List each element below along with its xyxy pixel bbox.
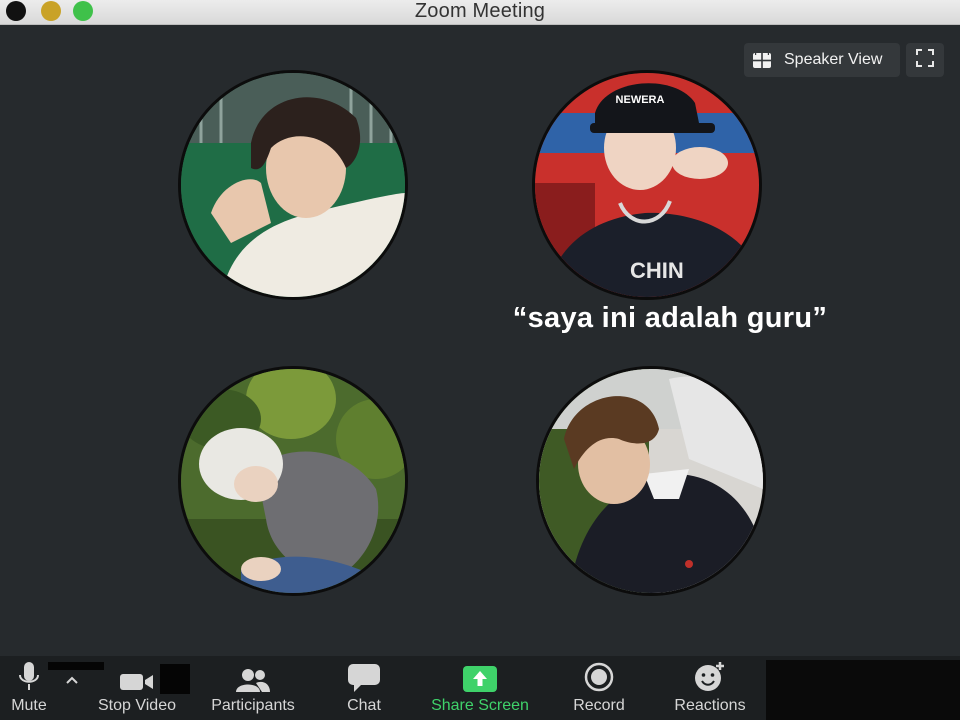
meeting-toolbar: Mute Stop Video Participants Chat Share …	[0, 656, 960, 720]
chat-bubble-icon	[348, 656, 380, 692]
redaction-mark	[160, 664, 190, 694]
reactions-label: Reactions	[674, 697, 746, 714]
participant-2-photo: NEWERA CHIN	[535, 73, 759, 297]
window-title: Zoom Meeting	[414, 0, 546, 22]
grid-icon	[753, 52, 771, 68]
record-button[interactable]: Record	[568, 656, 630, 720]
fullscreen-icon	[915, 48, 935, 73]
participants-label: Participants	[211, 697, 295, 714]
participant-1-photo	[181, 73, 405, 297]
reactions-button[interactable]: Reactions	[668, 656, 752, 720]
mute-button[interactable]: Mute	[4, 656, 54, 720]
participant-video-tile-4[interactable]	[536, 366, 766, 596]
cap-logo-text: NEWERA	[616, 94, 665, 106]
title-bar: Zoom Meeting	[0, 0, 960, 25]
mute-label: Mute	[11, 697, 47, 714]
record-label: Record	[573, 697, 625, 714]
participant-video-tile-1[interactable]	[178, 70, 408, 300]
svg-text:CHIN: CHIN	[630, 258, 684, 283]
chevron-up-icon	[66, 656, 78, 684]
reaction-emoji-icon	[694, 656, 726, 692]
meme-caption: “saya ini adalah guru”	[512, 302, 828, 334]
participant-video-tile-3[interactable]	[178, 366, 408, 596]
microphone-icon	[19, 656, 39, 692]
participant-3-photo	[181, 369, 405, 593]
chat-label: Chat	[347, 697, 381, 714]
record-icon	[584, 656, 614, 692]
video-camera-icon	[120, 656, 154, 692]
fullscreen-button[interactable]	[906, 43, 944, 77]
share-screen-icon	[463, 656, 497, 692]
participant-4-photo	[539, 369, 763, 593]
speaker-view-button[interactable]: Speaker View	[744, 43, 900, 77]
share-screen-label: Share Screen	[431, 697, 529, 714]
participant-video-tile-2[interactable]: NEWERA CHIN	[532, 70, 762, 300]
participants-button[interactable]: Participants	[204, 656, 302, 720]
participants-icon	[236, 656, 270, 692]
stop-video-label: Stop Video	[98, 697, 176, 714]
redacted-end-meeting-area	[766, 660, 960, 720]
zoom-window: Zoom Meeting Speaker View NEWERA CHIN “s…	[0, 0, 960, 720]
speaker-view-label: Speaker View	[784, 51, 883, 68]
chat-button[interactable]: Chat	[338, 656, 390, 720]
share-screen-button[interactable]: Share Screen	[426, 656, 534, 720]
